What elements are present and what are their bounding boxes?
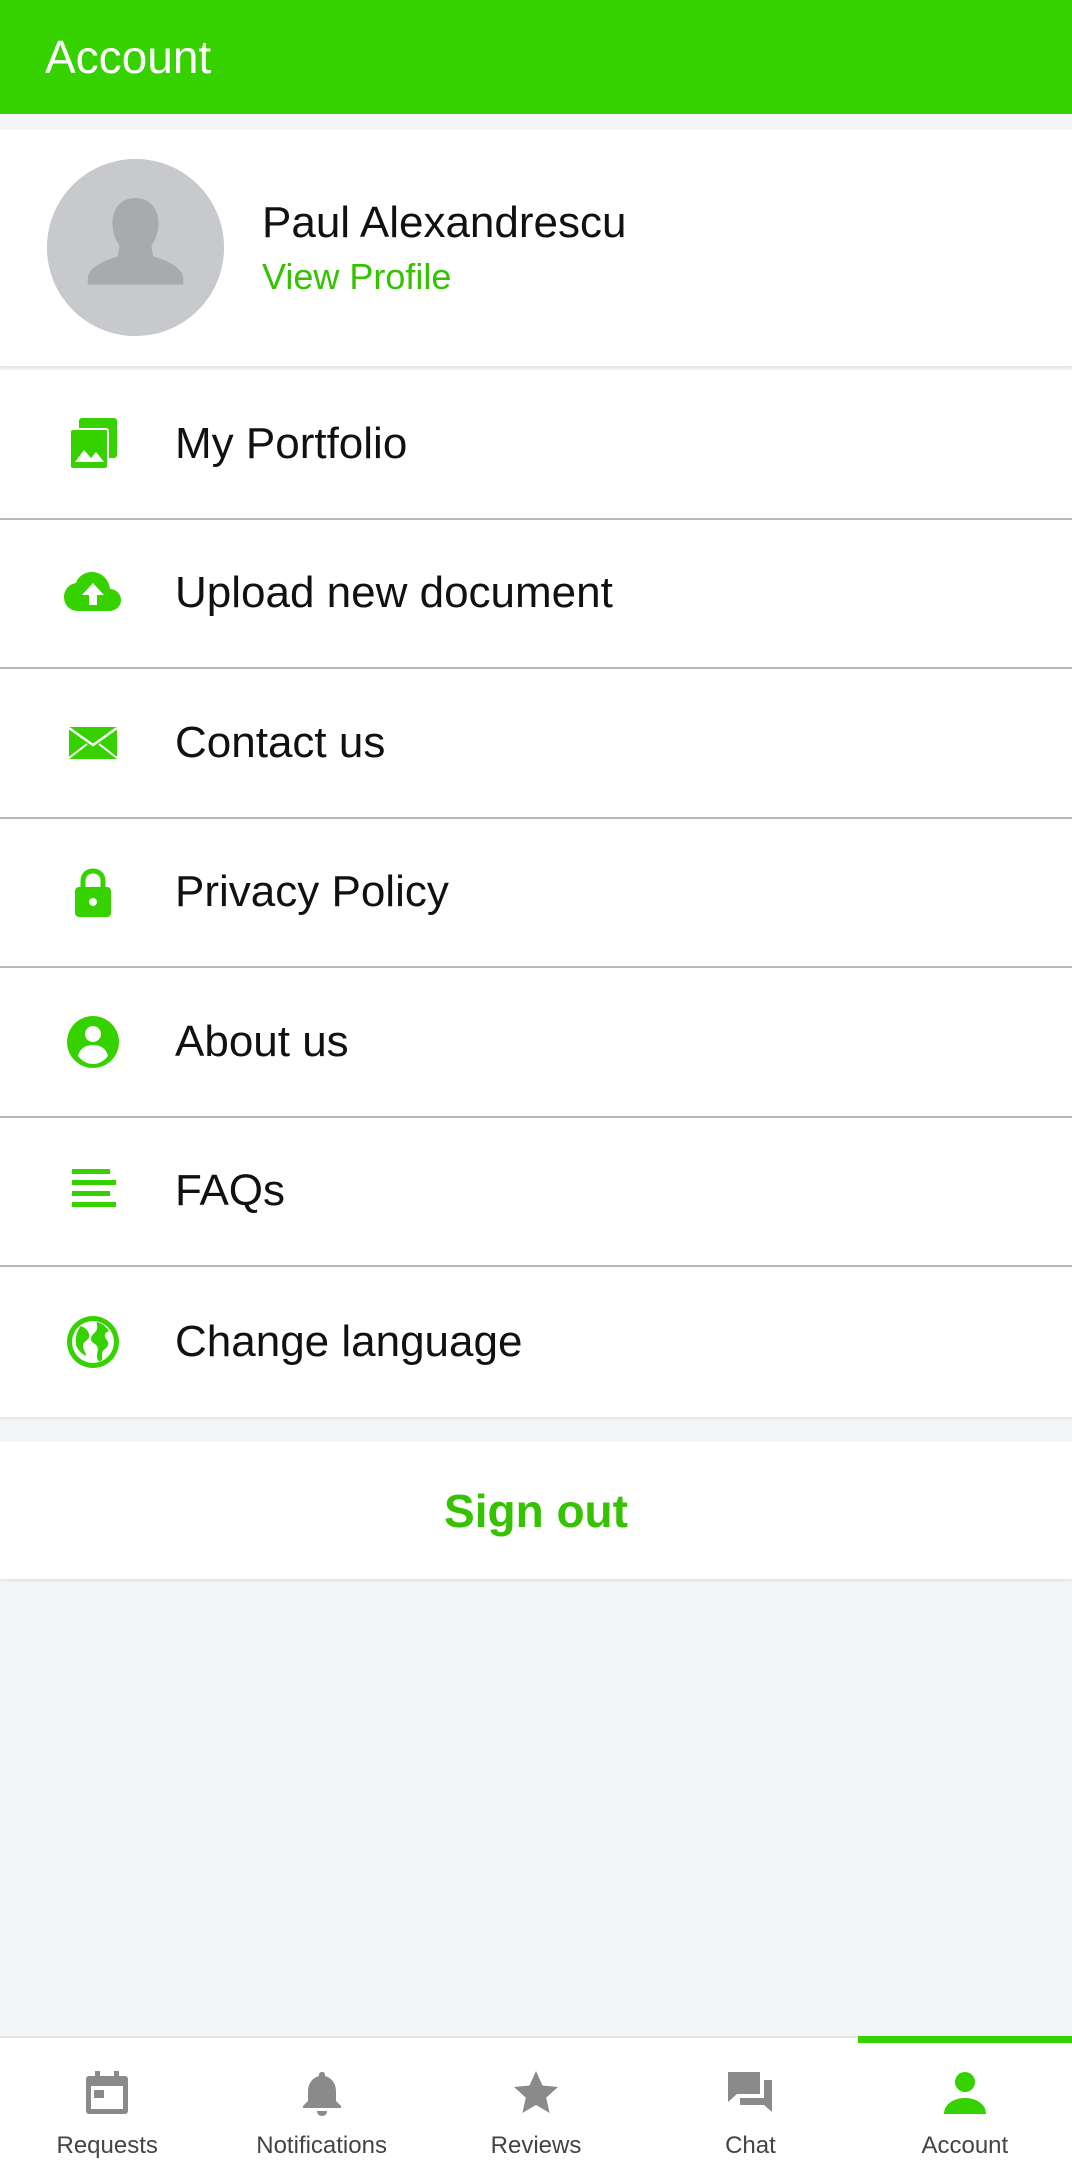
page-title: Account xyxy=(45,31,212,83)
menu-item-label: FAQs xyxy=(175,1166,286,1216)
star-icon xyxy=(511,2068,561,2118)
view-profile-link[interactable]: View Profile xyxy=(262,256,451,298)
account-menu: My Portfolio Upload new document Contact… xyxy=(0,370,1072,1417)
profile-card[interactable]: Paul Alexandrescu View Profile xyxy=(0,130,1072,366)
chat-bubbles-icon xyxy=(725,2068,775,2118)
nav-tab-notifications[interactable]: Notifications xyxy=(214,2038,428,2168)
lock-icon xyxy=(63,862,123,922)
nav-label: Reviews xyxy=(490,2132,582,2159)
app-bar: Account xyxy=(0,0,1072,114)
globe-icon xyxy=(63,1312,123,1372)
nav-label: Chat xyxy=(725,2132,776,2159)
nav-label: Requests xyxy=(56,2132,158,2159)
menu-item-label: About us xyxy=(175,1016,349,1066)
bottom-navigation: Requests Notifications Reviews Chat Acco… xyxy=(0,2036,1072,2168)
menu-item-label: Privacy Policy xyxy=(175,867,449,917)
image-gallery-icon xyxy=(63,414,123,474)
profile-name: Paul Alexandrescu xyxy=(262,198,627,247)
nav-tab-requests[interactable]: Requests xyxy=(0,2038,214,2168)
sign-out-button[interactable]: Sign out xyxy=(0,1442,1072,1579)
menu-item-label: Contact us xyxy=(175,717,386,767)
menu-item-upload-document[interactable]: Upload new document xyxy=(0,520,1072,669)
avatar-placeholder-icon xyxy=(47,159,224,336)
nav-tab-reviews[interactable]: Reviews xyxy=(429,2038,643,2168)
menu-item-my-portfolio[interactable]: My Portfolio xyxy=(0,370,1072,520)
cloud-upload-icon xyxy=(63,563,123,623)
nav-label: Account xyxy=(921,2132,1009,2159)
menu-item-privacy-policy[interactable]: Privacy Policy xyxy=(0,819,1072,968)
person-circle-icon xyxy=(63,1012,123,1072)
avatar[interactable] xyxy=(47,159,224,336)
nav-tab-chat[interactable]: Chat xyxy=(643,2038,857,2168)
menu-item-contact-us[interactable]: Contact us xyxy=(0,669,1072,819)
menu-item-about-us[interactable]: About us xyxy=(0,968,1072,1118)
sign-out-label: Sign out xyxy=(444,1484,628,1537)
nav-label: Notifications xyxy=(256,2132,387,2159)
lines-icon xyxy=(63,1161,123,1221)
menu-item-label: My Portfolio xyxy=(175,418,408,468)
envelope-icon xyxy=(63,713,123,773)
bell-icon xyxy=(297,2068,347,2118)
menu-item-faqs[interactable]: FAQs xyxy=(0,1118,1072,1267)
menu-item-label: Change language xyxy=(175,1316,523,1366)
calendar-icon xyxy=(82,2068,132,2118)
nav-tab-account[interactable]: Account xyxy=(857,2036,1072,2168)
person-icon xyxy=(940,2068,990,2118)
menu-item-change-language[interactable]: Change language xyxy=(0,1267,1072,1417)
menu-item-label: Upload new document xyxy=(175,568,613,618)
